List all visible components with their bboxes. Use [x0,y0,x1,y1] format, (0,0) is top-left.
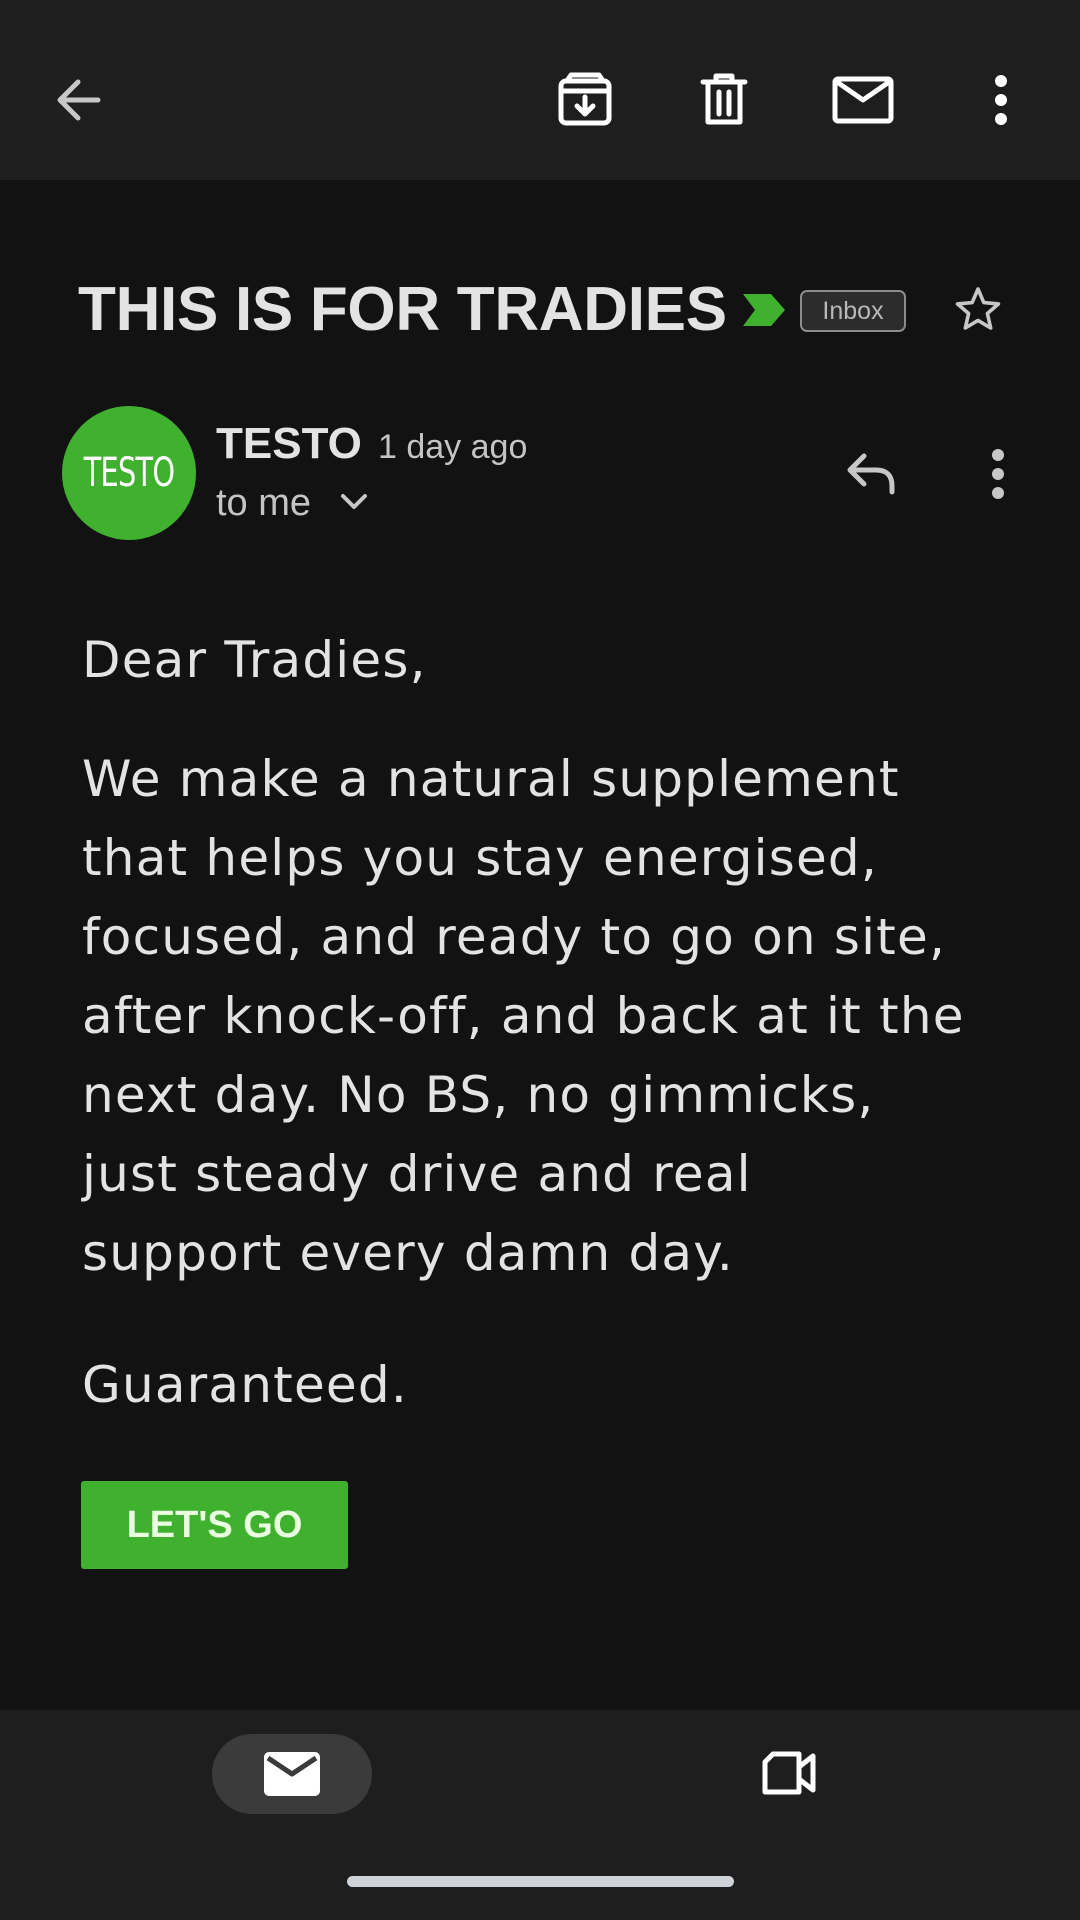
email-greeting: Dear Tradies, [82,631,427,689]
reply-icon[interactable] [846,452,898,496]
sender-avatar[interactable]: TESTO [62,406,196,540]
subject-row: THIS IS FOR TRADIES Inbox [0,262,1080,358]
email-body-paragraph: We make a natural supplement that helps … [82,740,1042,1293]
mail-icon [264,1752,320,1796]
archive-icon[interactable] [557,71,613,127]
body-line: just steady drive and real [82,1145,752,1203]
back-arrow-icon[interactable] [52,74,104,126]
body-line: focused, and ready to go on site, [82,908,947,966]
top-app-bar [0,0,1080,180]
email-closing: Guaranteed. [82,1356,408,1414]
body-line: next day. No BS, no gimmicks, [82,1066,875,1124]
sent-time: 1 day ago [378,428,528,466]
delete-icon[interactable] [699,72,749,128]
body-line: We make a natural supplement [82,750,900,808]
mail-icon[interactable] [832,76,894,124]
video-camera-icon[interactable] [761,1750,817,1796]
bottom-navigation [0,1710,1080,1920]
recipient-details[interactable]: to me [216,478,311,528]
body-line: support every damn day. [82,1224,735,1282]
gesture-navigation-bar[interactable] [347,1876,734,1887]
inbox-label-badge[interactable]: Inbox [800,290,906,332]
lets-go-button[interactable]: LET'S GO [81,1481,348,1569]
star-icon[interactable] [955,286,1001,332]
more-vert-icon[interactable] [988,74,1014,126]
email-subject: THIS IS FOR TRADIES [78,275,727,344]
message-more-icon[interactable] [985,448,1011,500]
avatar-logo-text: TESTO [83,450,175,496]
chevron-down-icon[interactable] [340,492,368,512]
nav-mail-tab[interactable] [212,1734,372,1814]
body-line: that helps you stay energised, [82,829,878,887]
sender-name: TESTO [216,419,362,468]
important-marker-icon[interactable] [743,294,785,326]
recipient-text: to me [216,482,312,524]
body-line: after knock-off, and back at it the [82,987,965,1045]
